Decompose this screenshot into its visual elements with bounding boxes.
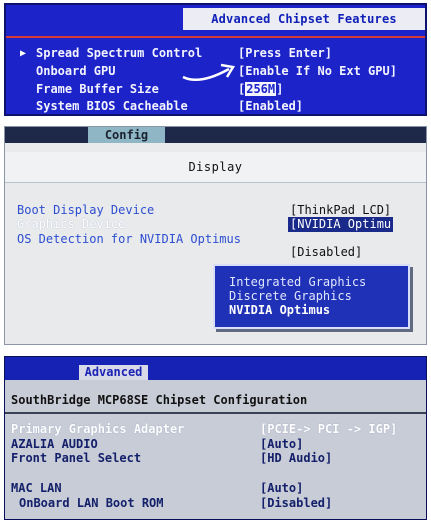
graphics-device-options-popup: Integrated Graphics Discrete Graphics NV… bbox=[213, 264, 410, 329]
setting-label: Onboard GPU bbox=[36, 64, 116, 78]
setting-value-boot-display-device[interactable]: [ThinkPad LCD] bbox=[290, 203, 391, 218]
setting-label-front-panel-select[interactable]: Front Panel Select bbox=[11, 451, 141, 466]
setting-label: System BIOS Cacheable bbox=[36, 99, 188, 113]
setting-value-onboard-lan-boot-rom[interactable]: [Disabled] bbox=[260, 496, 332, 511]
southbridge-chipset-panel: Advanced SouthBridge MCP68SE Chipset Con… bbox=[4, 356, 427, 520]
advanced-chipset-features-panel: Advanced Chipset Features ▶ Spread Spect… bbox=[4, 3, 427, 116]
setting-value-os-detection[interactable]: [Disabled] bbox=[290, 245, 362, 260]
setting-label-onboard-lan-boot-rom[interactable]: OnBoard LAN Boot ROM bbox=[19, 496, 164, 511]
setting-value[interactable]: [256M] bbox=[238, 81, 283, 98]
section-heading: Display bbox=[5, 152, 426, 183]
setting-value[interactable]: [Enable If No Ext GPU] bbox=[238, 63, 397, 80]
display-config-panel: Config Display Boot Display Device [Thin… bbox=[4, 126, 427, 345]
setting-label: Frame Buffer Size bbox=[36, 82, 159, 96]
setting-label: Spread Spectrum Control bbox=[36, 46, 203, 60]
panel-title: Advanced Chipset Features bbox=[183, 8, 425, 30]
triangle-right-icon: ▶ bbox=[20, 48, 27, 59]
setting-label-os-detection[interactable]: OS Detection for NVIDIA Optimus bbox=[17, 232, 241, 247]
tab-advanced[interactable]: Advanced bbox=[79, 365, 148, 380]
setting-label-primary-graphics-adapter[interactable]: Primary Graphics Adapter bbox=[11, 422, 184, 437]
menu-bar bbox=[5, 357, 426, 380]
highlighted-value[interactable]: 256M bbox=[245, 82, 277, 96]
pointer-arrow-icon bbox=[182, 63, 236, 81]
setting-value[interactable]: [Enabled] bbox=[238, 98, 303, 114]
section-heading: SouthBridge MCP68SE Chipset Configuratio… bbox=[5, 388, 426, 414]
divider bbox=[6, 36, 425, 38]
setting-label-graphics-device[interactable]: Graphics Device bbox=[17, 217, 125, 232]
setting-value-primary-graphics-adapter[interactable]: [PCIE-> PCI -> IGP] bbox=[260, 422, 397, 437]
setting-value-graphics-device[interactable]: [NVIDIA Optimu bbox=[288, 217, 394, 232]
option-nvidia-optimus[interactable]: NVIDIA Optimus bbox=[229, 303, 330, 318]
option-integrated-graphics[interactable]: Integrated Graphics bbox=[229, 275, 366, 290]
setting-value-mac-lan[interactable]: [Auto] bbox=[260, 481, 303, 496]
tab-config[interactable]: Config bbox=[88, 127, 165, 143]
option-discrete-graphics[interactable]: Discrete Graphics bbox=[229, 289, 352, 304]
setting-value[interactable]: [Press Enter] bbox=[238, 45, 332, 62]
setting-label-mac-lan[interactable]: MAC LAN bbox=[11, 481, 62, 496]
bracket-close: ] bbox=[276, 82, 284, 96]
setting-label-azalia-audio[interactable]: AZALIA AUDIO bbox=[11, 437, 98, 452]
panel-body: SouthBridge MCP68SE Chipset Configuratio… bbox=[5, 380, 426, 519]
setting-value-front-panel-select[interactable]: [HD Audio] bbox=[260, 451, 332, 466]
menu-bar bbox=[5, 127, 426, 143]
setting-label-boot-display-device[interactable]: Boot Display Device bbox=[17, 203, 154, 218]
setting-value-azalia-audio[interactable]: [Auto] bbox=[260, 437, 303, 452]
